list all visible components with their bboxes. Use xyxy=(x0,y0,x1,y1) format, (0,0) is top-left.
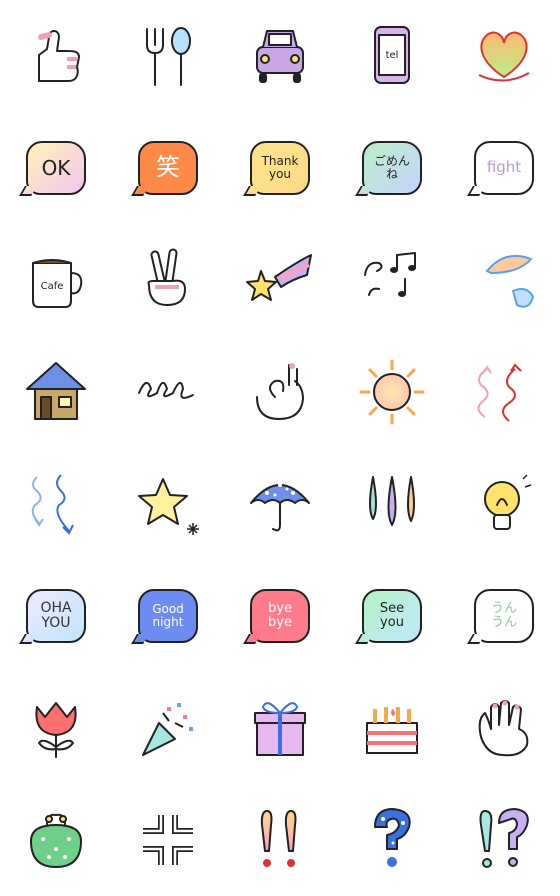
sticker-sweat-drops[interactable] xyxy=(448,224,560,336)
speech-bubble: Good night xyxy=(138,589,198,643)
down-arrows-icon xyxy=(31,474,74,535)
sticker-star-sparkle[interactable] xyxy=(112,448,224,560)
sticker-birthday-cake[interactable] xyxy=(336,672,448,784)
exclaim-question-icon xyxy=(479,808,529,868)
bubble-text: Thank you xyxy=(261,154,299,181)
ok-hand-icon xyxy=(256,363,304,420)
bubble-text: OHA YOU xyxy=(40,600,72,631)
tulip-icon xyxy=(35,702,77,758)
sticker-up-arrows[interactable] xyxy=(448,336,560,448)
sticker-anger-mark[interactable] xyxy=(112,784,224,896)
bubble-text: fight xyxy=(486,158,522,177)
bubble-text: ごめん ね xyxy=(373,154,410,181)
sticker-light-bulb[interactable] xyxy=(448,448,560,560)
sticker-exclaim-question[interactable] xyxy=(448,784,560,896)
speech-bubble: ごめん ね xyxy=(362,141,422,195)
speech-bubble: OK xyxy=(26,141,86,195)
car-icon xyxy=(256,30,304,83)
up-arrows-icon xyxy=(477,363,522,422)
speech-bubble: Thank you xyxy=(250,141,310,195)
sun-icon xyxy=(359,359,425,425)
speech-bubble: See you xyxy=(362,589,422,643)
bulb-icon xyxy=(484,474,532,530)
speech-bubble: bye bye xyxy=(250,589,310,643)
hand-icon xyxy=(478,700,529,757)
sticker-question-mark[interactable] xyxy=(336,784,448,896)
sticker-bubble-gomenne[interactable]: ごめん ね xyxy=(336,112,448,224)
bubble-text: OK xyxy=(41,155,71,180)
heart-icon xyxy=(478,31,530,82)
sticker-label: Cafe xyxy=(41,281,64,292)
sticker-heart[interactable] xyxy=(448,0,560,112)
sticker-bubble-thank-you[interactable]: Thank you xyxy=(224,112,336,224)
sticker-bubble-unun[interactable]: うん うん xyxy=(448,560,560,672)
sticker-bubble-ok[interactable]: OK xyxy=(0,112,112,224)
sticker-down-arrows[interactable] xyxy=(0,448,112,560)
popper-icon xyxy=(142,703,193,756)
cake-icon xyxy=(366,707,418,754)
sticker-sun[interactable] xyxy=(336,336,448,448)
sticker-bubble-see-you[interactable]: See you xyxy=(336,560,448,672)
sticker-rain-drops[interactable] xyxy=(336,448,448,560)
sticker-tulip[interactable] xyxy=(0,672,112,784)
sticker-bubble-bye-bye[interactable]: bye bye xyxy=(224,560,336,672)
music-icon xyxy=(364,252,416,297)
sticker-gift-box[interactable] xyxy=(224,672,336,784)
sticker-bubble-laugh[interactable]: 笑 xyxy=(112,112,224,224)
purse-icon xyxy=(30,813,82,868)
peace-icon xyxy=(147,248,186,306)
thumbs-up-icon xyxy=(38,30,80,82)
exclaim-icon xyxy=(260,810,297,867)
sticker-car[interactable] xyxy=(224,0,336,112)
sticker-peace-hand[interactable] xyxy=(112,224,224,336)
star-icon xyxy=(138,478,199,535)
speech-bubble: fight xyxy=(474,141,534,195)
bubble-text: うん うん xyxy=(490,601,517,630)
sticker-double-exclamation[interactable] xyxy=(224,784,336,896)
fork-spoon-icon xyxy=(146,27,191,86)
drops-icon xyxy=(369,476,415,526)
speech-bubble: 笑 xyxy=(138,141,198,195)
cup-icon: Cafe xyxy=(32,259,83,308)
sticker-thumbs-up[interactable] xyxy=(0,0,112,112)
bubble-text: bye bye xyxy=(268,601,292,630)
house-icon xyxy=(26,362,86,420)
bubble-text: 笑 xyxy=(156,153,180,182)
sticker-phone-tel[interactable]: tel xyxy=(336,0,448,112)
sticker-grid: tel OK 笑 Thank you ごめん ね fight Cafe OHA YOU Good… xyxy=(0,0,560,896)
speech-bubble: うん うん xyxy=(474,589,534,643)
sticker-open-hand[interactable] xyxy=(448,672,560,784)
gift-icon xyxy=(254,702,306,756)
bubble-text: See you xyxy=(379,601,405,630)
sticker-ok-hand[interactable] xyxy=(224,336,336,448)
sticker-coffee-cup[interactable]: Cafe xyxy=(0,224,112,336)
umbrella-icon xyxy=(250,483,310,532)
sticker-house[interactable] xyxy=(0,336,112,448)
question-icon xyxy=(374,808,411,867)
sticker-loops[interactable] xyxy=(112,336,224,448)
loops-icon xyxy=(138,382,194,399)
sticker-bubble-ohayou[interactable]: OHA YOU xyxy=(0,560,112,672)
sticker-bubble-good-night[interactable]: Good night xyxy=(112,560,224,672)
sweat-icon xyxy=(485,255,535,308)
anger-icon xyxy=(143,815,193,865)
sticker-fork-spoon[interactable] xyxy=(112,0,224,112)
sticker-bubble-fight[interactable]: fight xyxy=(448,112,560,224)
shooting-star-icon xyxy=(246,254,312,301)
phone-icon: tel xyxy=(374,26,410,84)
sticker-coin-purse[interactable] xyxy=(0,784,112,896)
sticker-umbrella[interactable] xyxy=(224,448,336,560)
bubble-text: Good night xyxy=(152,602,184,629)
sticker-party-popper[interactable] xyxy=(112,672,224,784)
sticker-shooting-star[interactable] xyxy=(224,224,336,336)
speech-bubble: OHA YOU xyxy=(26,589,86,643)
sticker-music-notes[interactable] xyxy=(336,224,448,336)
sticker-label: tel xyxy=(386,50,399,61)
